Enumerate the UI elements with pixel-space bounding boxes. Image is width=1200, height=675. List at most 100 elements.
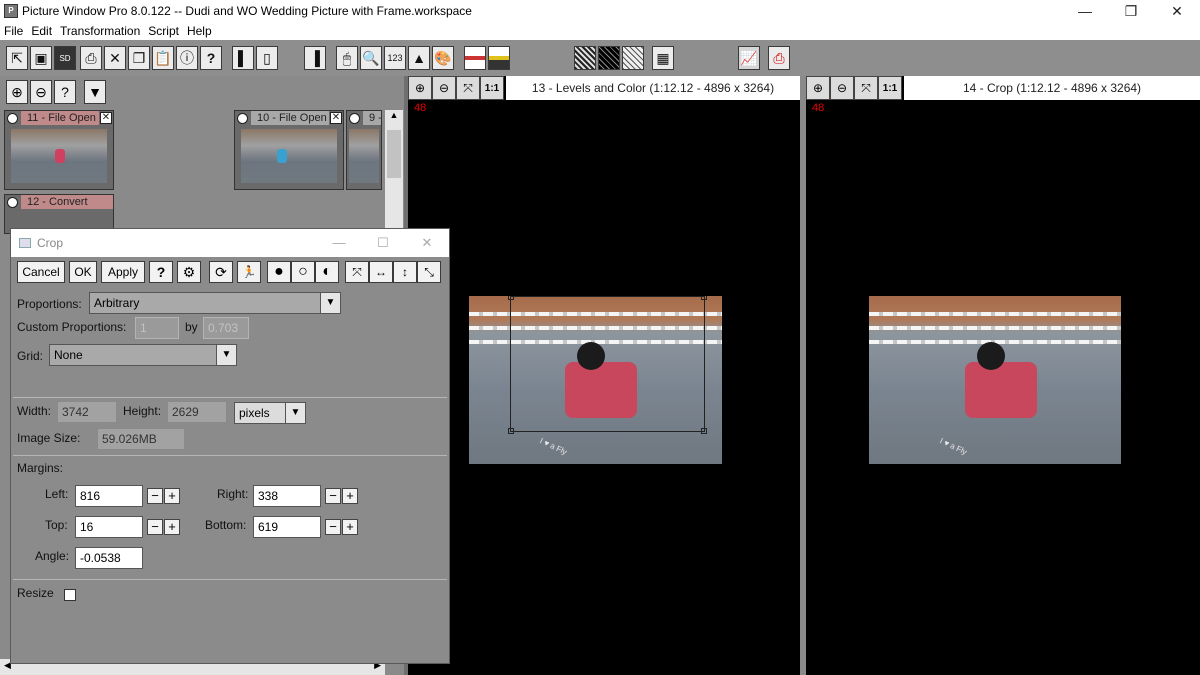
apply-button[interactable]: Apply	[101, 261, 145, 283]
crop-handle[interactable]	[508, 428, 514, 434]
dropdown-arrow-icon[interactable]: ▼	[84, 80, 106, 104]
zoom-out-icon[interactable]: ⊖	[30, 80, 52, 104]
image-preview[interactable]: I ♥ a Fly	[469, 296, 722, 464]
run-icon[interactable]: 🏃	[237, 261, 261, 283]
close-icon[interactable]: ✕	[100, 112, 112, 124]
thumbnail-radio[interactable]	[7, 112, 18, 124]
open-icon[interactable]: ⇱	[6, 46, 28, 70]
top-margin-field[interactable]: 16	[75, 516, 143, 538]
grid-icon[interactable]: ▦	[652, 46, 674, 70]
close-window-button[interactable]: ✕	[1154, 0, 1200, 22]
crop-handle[interactable]	[701, 428, 707, 434]
top-margin-plus-button[interactable]: +	[164, 519, 180, 535]
zoom-in-icon[interactable]: ⊕	[806, 76, 830, 100]
left-margin-minus-button[interactable]: −	[147, 488, 163, 504]
menu-help[interactable]: Help	[187, 24, 212, 38]
circle-outline-icon[interactable]: ○	[291, 261, 315, 283]
circle-dark-icon[interactable]: ●	[267, 261, 291, 283]
thumbnail-11[interactable]: 11 - File Open ✕	[4, 110, 114, 190]
right-margin-field[interactable]: 338	[253, 485, 321, 507]
panel-left-icon[interactable]: ▌	[232, 46, 254, 70]
grid-select[interactable]: None ▼	[49, 344, 237, 366]
dialog-minimize-button[interactable]: —	[317, 229, 361, 257]
vertical-arrows-icon[interactable]: ↕	[393, 261, 417, 283]
dialog-close-button[interactable]: ✕	[405, 229, 449, 257]
numbers-icon[interactable]: 123	[384, 46, 406, 70]
thumbnail-10[interactable]: 10 - File Open ✕	[234, 110, 344, 190]
hatch-dark-icon[interactable]	[598, 46, 620, 70]
units-select[interactable]: pixels ▼	[234, 402, 306, 424]
help-icon[interactable]: ?	[54, 80, 76, 104]
zoom-out-icon[interactable]: ⊖	[432, 76, 456, 100]
left-margin-plus-button[interactable]: +	[164, 488, 180, 504]
right-margin-plus-button[interactable]: +	[342, 488, 358, 504]
zoom-1to1-button[interactable]: 1:1	[480, 76, 504, 100]
proportions-select[interactable]: Arbitrary ▼	[89, 292, 341, 314]
zoom-in-icon[interactable]: ⊕	[408, 76, 432, 100]
mouse-icon[interactable]: 🖱	[336, 46, 358, 70]
thumbnail-radio[interactable]	[7, 196, 18, 208]
crop-rectangle[interactable]	[508, 296, 707, 434]
bottom-margin-field[interactable]: 619	[253, 516, 321, 538]
expand-icon[interactable]: ⤧	[345, 261, 369, 283]
image-preview[interactable]: I ♥ a Fly	[869, 296, 1121, 464]
crop-handle[interactable]	[701, 296, 707, 300]
scroll-up-icon[interactable]: ▲	[385, 110, 403, 120]
magnifier-icon[interactable]: 🔍	[360, 46, 382, 70]
gear-icon[interactable]: ⚙	[177, 261, 201, 283]
zoom-1to1-button[interactable]: 1:1	[878, 76, 902, 100]
thumbnail-radio[interactable]	[237, 112, 248, 124]
horizontal-arrows-icon[interactable]: ↔	[369, 261, 393, 283]
thumbnail-radio[interactable]	[349, 112, 360, 124]
dialog-maximize-button[interactable]: ☐	[361, 229, 405, 257]
close-icon[interactable]: ✕	[104, 46, 126, 70]
help-icon[interactable]: ?	[200, 46, 222, 70]
graph-icon[interactable]: 📈	[738, 46, 760, 70]
palette-icon[interactable]: 🎨	[432, 46, 454, 70]
app-icon: P	[4, 4, 18, 18]
hatch-light-icon[interactable]	[622, 46, 644, 70]
zoom-in-icon[interactable]: ⊕	[6, 80, 28, 104]
hatch-icon[interactable]	[574, 46, 596, 70]
thumbnail-9[interactable]: 9 -	[346, 110, 382, 190]
color-swatch-icon[interactable]	[464, 46, 486, 70]
minimize-button[interactable]: —	[1062, 0, 1108, 22]
menu-transformation[interactable]: Transformation	[60, 24, 140, 38]
left-margin-field[interactable]: 816	[75, 485, 143, 507]
resize-checkbox[interactable]	[64, 589, 76, 601]
fit-icon[interactable]: ⤧	[456, 76, 480, 100]
zoom-out-icon[interactable]: ⊖	[830, 76, 854, 100]
histogram-icon[interactable]: ▲	[408, 46, 430, 70]
custom-proportion-a-field[interactable]: 1	[135, 317, 179, 339]
paste-icon[interactable]: 📋	[152, 46, 174, 70]
restore-button[interactable]: ❐	[1108, 0, 1154, 22]
menu-file[interactable]: File	[4, 24, 23, 38]
save-icon[interactable]: ▣	[30, 46, 52, 70]
panel-full-icon[interactable]: ▯	[256, 46, 278, 70]
custom-proportion-b-field[interactable]: 0.703	[203, 317, 249, 339]
bottom-margin-plus-button[interactable]: +	[342, 519, 358, 535]
color-swatch-yellow-icon[interactable]	[488, 46, 510, 70]
ok-button[interactable]: OK	[69, 261, 97, 283]
help-button[interactable]: ?	[149, 261, 173, 283]
menu-edit[interactable]: Edit	[31, 24, 52, 38]
copy-icon[interactable]: ❐	[128, 46, 150, 70]
scrollbar-thumb[interactable]	[387, 130, 401, 178]
print-icon[interactable]: ⎙	[80, 46, 102, 70]
cancel-button[interactable]: Cancel	[17, 261, 65, 283]
bottom-margin-minus-button[interactable]: −	[325, 519, 341, 535]
panel-right-icon[interactable]: ▐	[304, 46, 326, 70]
refresh-icon[interactable]: ⟳	[209, 261, 233, 283]
printer-red-icon[interactable]: ⎙	[768, 46, 790, 70]
top-margin-minus-button[interactable]: −	[147, 519, 163, 535]
circle-half-icon[interactable]: ◐	[315, 261, 339, 283]
sd-card-icon[interactable]: SD	[54, 46, 76, 70]
fit-icon[interactable]: ⤧	[854, 76, 878, 100]
menu-script[interactable]: Script	[148, 24, 179, 38]
close-icon[interactable]: ✕	[330, 112, 342, 124]
info-icon[interactable]: ⓘ	[176, 46, 198, 70]
shrink-icon[interactable]: ⤡	[417, 261, 441, 283]
angle-field[interactable]: -0.0538	[75, 547, 143, 569]
right-margin-minus-button[interactable]: −	[325, 488, 341, 504]
crop-handle[interactable]	[508, 296, 514, 300]
